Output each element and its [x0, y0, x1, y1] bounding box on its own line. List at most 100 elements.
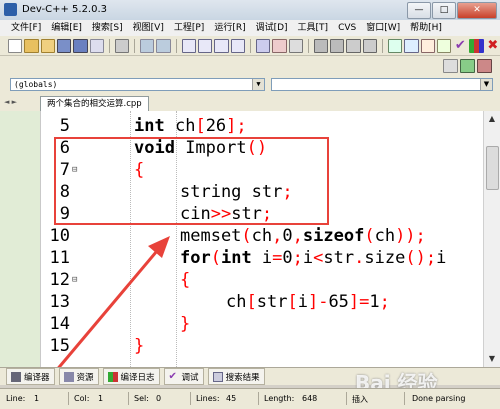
save-all-icon[interactable] — [73, 38, 88, 53]
chevron-down-icon[interactable]: ▼ — [480, 79, 492, 90]
code-text: int ch[26]; — [134, 115, 247, 137]
menu-project[interactable]: 工程[P] — [169, 20, 209, 36]
code-token: i — [297, 292, 308, 312]
tab-compile-log[interactable]: 编译日志 — [102, 368, 160, 385]
scroll-thumb[interactable] — [486, 146, 499, 190]
code-line[interactable]: 15} — [0, 335, 500, 357]
tab-debug[interactable]: ✔ 调试 — [163, 368, 204, 385]
line-number: 5 — [59, 116, 70, 136]
scroll-up-icon[interactable]: ▲ — [484, 111, 500, 127]
close-button[interactable]: ✕ — [457, 2, 497, 19]
run-icon[interactable] — [404, 38, 419, 53]
close-file-icon[interactable] — [89, 38, 104, 53]
code-symbol: (); — [405, 248, 437, 268]
status-length-label: Length: — [264, 394, 295, 403]
remove-from-project-icon[interactable] — [272, 38, 287, 53]
compile-icon[interactable] — [387, 38, 403, 53]
toggle-comment-icon[interactable] — [346, 38, 361, 53]
open-file-icon[interactable] — [40, 38, 55, 53]
code-line[interactable]: 13 ch[str[i]-65]=1; — [0, 291, 500, 313]
scroll-down-icon[interactable]: ▼ — [484, 351, 500, 367]
code-symbol: [ — [287, 292, 298, 312]
undo-icon[interactable] — [140, 38, 155, 53]
fold-marker-icon[interactable]: ⊟ — [72, 269, 77, 291]
print-icon[interactable] — [114, 38, 130, 53]
code-text: for(int i=0;i<str.size();i — [180, 247, 446, 269]
menu-debug[interactable]: 调试[D] — [251, 20, 293, 36]
chart-icon[interactable] — [469, 38, 484, 53]
status-separator — [346, 392, 347, 405]
menu-help[interactable]: 帮助[H] — [405, 20, 447, 36]
indent-icon[interactable] — [313, 38, 329, 53]
find-icon[interactable] — [181, 38, 196, 53]
redo-icon[interactable] — [156, 38, 171, 53]
code-line[interactable]: 5 int ch[26]; — [0, 115, 500, 137]
code-symbol: [ — [195, 116, 206, 136]
status-separator — [68, 392, 69, 405]
menu-edit[interactable]: 编辑[E] — [46, 20, 87, 36]
status-sel-label: Sel: — [134, 394, 149, 403]
save-icon[interactable] — [56, 38, 72, 53]
code-token: ch — [226, 292, 247, 312]
insert-icon[interactable] — [460, 59, 475, 73]
tab-search-results-label: 搜索结果 — [225, 372, 260, 383]
menu-view[interactable]: 视图[V] — [128, 20, 169, 36]
new-class-icon[interactable] — [443, 59, 458, 73]
menu-window[interactable]: 窗口[W] — [361, 20, 405, 36]
line-number: 14 — [49, 314, 70, 334]
unindent-icon[interactable] — [330, 38, 345, 53]
new-file-icon[interactable] — [8, 38, 23, 53]
code-token: i — [302, 248, 314, 268]
toggle-icon[interactable] — [477, 59, 492, 73]
compile-run-icon[interactable] — [420, 38, 435, 53]
rebuild-icon[interactable] — [436, 38, 452, 53]
code-token: i — [436, 248, 447, 268]
scope-combo[interactable]: (globals) ▼ — [10, 78, 265, 91]
line-number: 13 — [49, 292, 70, 312]
chevron-down-icon[interactable]: ▼ — [252, 79, 264, 90]
project-options-icon[interactable] — [288, 38, 303, 53]
menu-bar: 文件[F] 编辑[E] 搜索[S] 视图[V] 工程[P] 运行[R] 调试[D… — [0, 20, 500, 36]
maximize-button[interactable]: □ — [432, 2, 456, 19]
code-token: ch — [164, 116, 196, 136]
vertical-scrollbar[interactable]: ▲ ▼ — [483, 111, 500, 367]
status-separator — [128, 392, 129, 405]
code-symbol: = — [272, 248, 283, 268]
tab-scroll-arrows[interactable]: ◄ ► — [4, 98, 17, 106]
status-separator — [258, 392, 259, 405]
code-symbol: , — [272, 226, 283, 246]
menu-cvs[interactable]: CVS — [333, 20, 361, 36]
code-symbol: ( — [364, 226, 375, 246]
minimize-button[interactable]: — — [407, 2, 431, 19]
toolbar-separator — [134, 38, 136, 53]
stop-icon[interactable]: ✖ — [486, 39, 500, 53]
toolbar-separator — [382, 38, 383, 53]
code-token: memset — [180, 226, 242, 246]
toolbar-separator — [108, 38, 110, 53]
menu-file[interactable]: 文件[F] — [6, 20, 46, 36]
tab-resources[interactable]: 资源 — [58, 368, 99, 385]
goto-line-icon[interactable] — [230, 38, 245, 53]
menu-tools[interactable]: 工具[T] — [293, 20, 334, 36]
code-symbol: ]= — [348, 292, 370, 312]
check-icon[interactable]: ✔ — [453, 39, 467, 53]
replace-icon[interactable] — [197, 38, 213, 53]
tab-compiler[interactable]: 编译器 — [6, 368, 55, 385]
toolbar-separator — [307, 38, 309, 53]
code-line[interactable]: 10 memset(ch,0,sizeof(ch)); — [0, 225, 500, 247]
toggle-bookmark-icon[interactable] — [362, 38, 378, 53]
find-next-icon[interactable] — [214, 38, 229, 53]
menu-search[interactable]: 搜索[S] — [87, 20, 128, 36]
add-to-project-icon[interactable] — [255, 38, 271, 53]
tab-compile-log-label: 编译日志 — [120, 372, 155, 383]
open-project-icon[interactable] — [24, 38, 39, 53]
code-line[interactable]: 11 for(int i=0;i<str.size();i — [0, 247, 500, 269]
status-line-label: Line: — [6, 394, 26, 403]
menu-run[interactable]: 运行[R] — [209, 20, 250, 36]
code-symbol: ( — [241, 226, 252, 246]
code-line[interactable]: 14} — [0, 313, 500, 335]
code-line[interactable]: 12 ⊟ { — [0, 269, 500, 291]
tab-search-results[interactable]: 搜索结果 — [207, 368, 265, 385]
tab-active-file[interactable]: 两个集合的相交运算.cpp — [40, 96, 149, 111]
member-combo[interactable]: ▼ — [271, 78, 493, 91]
